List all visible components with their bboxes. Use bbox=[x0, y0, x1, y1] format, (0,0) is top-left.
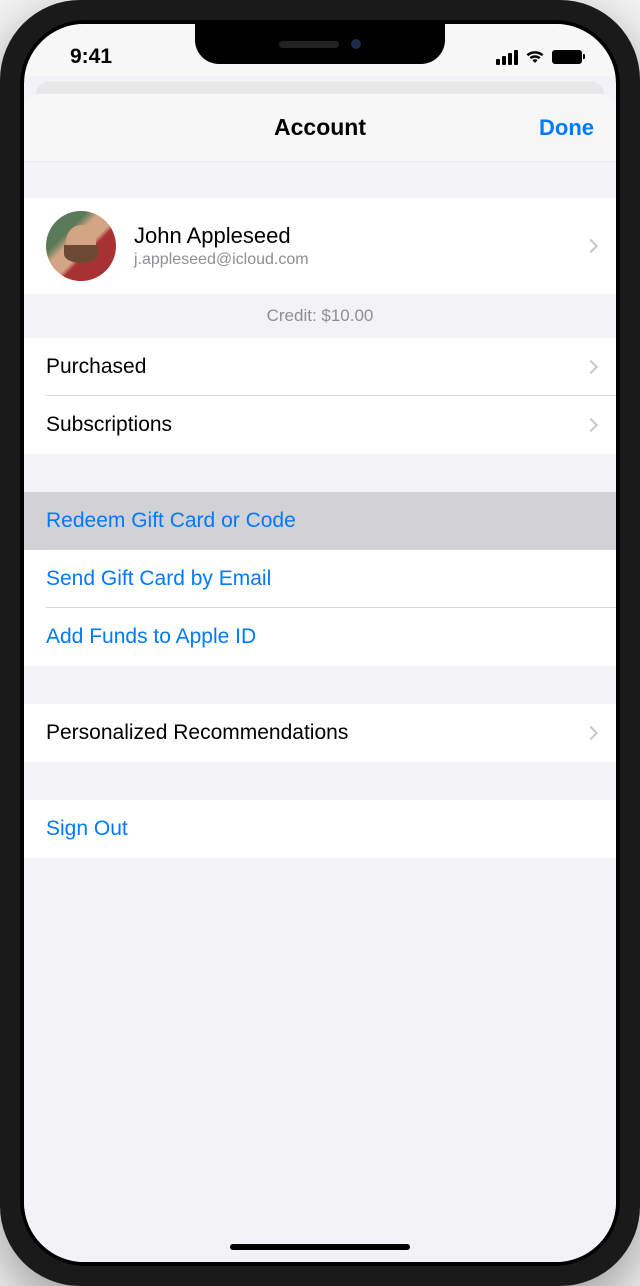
profile-name: John Appleseed bbox=[134, 223, 309, 249]
send-gift-card-row[interactable]: Send Gift Card by Email bbox=[24, 550, 616, 608]
purchased-row[interactable]: Purchased bbox=[24, 338, 616, 396]
sign-out-row[interactable]: Sign Out bbox=[24, 800, 616, 858]
status-icons bbox=[496, 50, 582, 65]
battery-icon bbox=[552, 50, 582, 64]
add-funds-row[interactable]: Add Funds to Apple ID bbox=[24, 608, 616, 666]
notch bbox=[195, 24, 445, 64]
chevron-right-icon bbox=[584, 360, 598, 374]
speaker-grille bbox=[279, 41, 339, 48]
home-indicator[interactable] bbox=[230, 1244, 410, 1250]
done-button[interactable]: Done bbox=[539, 115, 594, 141]
front-camera bbox=[351, 39, 361, 49]
subscriptions-row[interactable]: Subscriptions bbox=[24, 396, 616, 454]
nav-header: Account Done bbox=[24, 94, 616, 162]
screen: 9:41 Account Done bbox=[24, 24, 616, 1262]
status-time: 9:41 bbox=[70, 45, 112, 69]
chevron-right-icon bbox=[584, 726, 598, 740]
wifi-icon bbox=[525, 50, 545, 64]
redeem-label: Redeem Gift Card or Code bbox=[46, 509, 296, 533]
page-title: Account bbox=[274, 114, 366, 141]
credit-label: Credit: $10.00 bbox=[24, 294, 616, 338]
account-sheet: Account Done John Appleseed j.appleseed@… bbox=[24, 94, 616, 1262]
cellular-signal-icon bbox=[496, 50, 518, 65]
personalized-label: Personalized Recommendations bbox=[46, 721, 348, 745]
device-frame: 9:41 Account Done bbox=[0, 0, 640, 1286]
chevron-right-icon bbox=[584, 418, 598, 432]
sign-out-label: Sign Out bbox=[46, 817, 128, 841]
add-funds-label: Add Funds to Apple ID bbox=[46, 625, 256, 649]
profile-email: j.appleseed@icloud.com bbox=[134, 251, 309, 269]
personalized-recommendations-row[interactable]: Personalized Recommendations bbox=[24, 704, 616, 762]
chevron-right-icon bbox=[584, 239, 598, 253]
purchased-label: Purchased bbox=[46, 355, 146, 379]
subscriptions-label: Subscriptions bbox=[46, 413, 172, 437]
send-gift-label: Send Gift Card by Email bbox=[46, 567, 271, 591]
redeem-gift-card-row[interactable]: Redeem Gift Card or Code bbox=[24, 492, 616, 550]
avatar bbox=[46, 211, 116, 281]
profile-row[interactable]: John Appleseed j.appleseed@icloud.com bbox=[24, 198, 616, 294]
